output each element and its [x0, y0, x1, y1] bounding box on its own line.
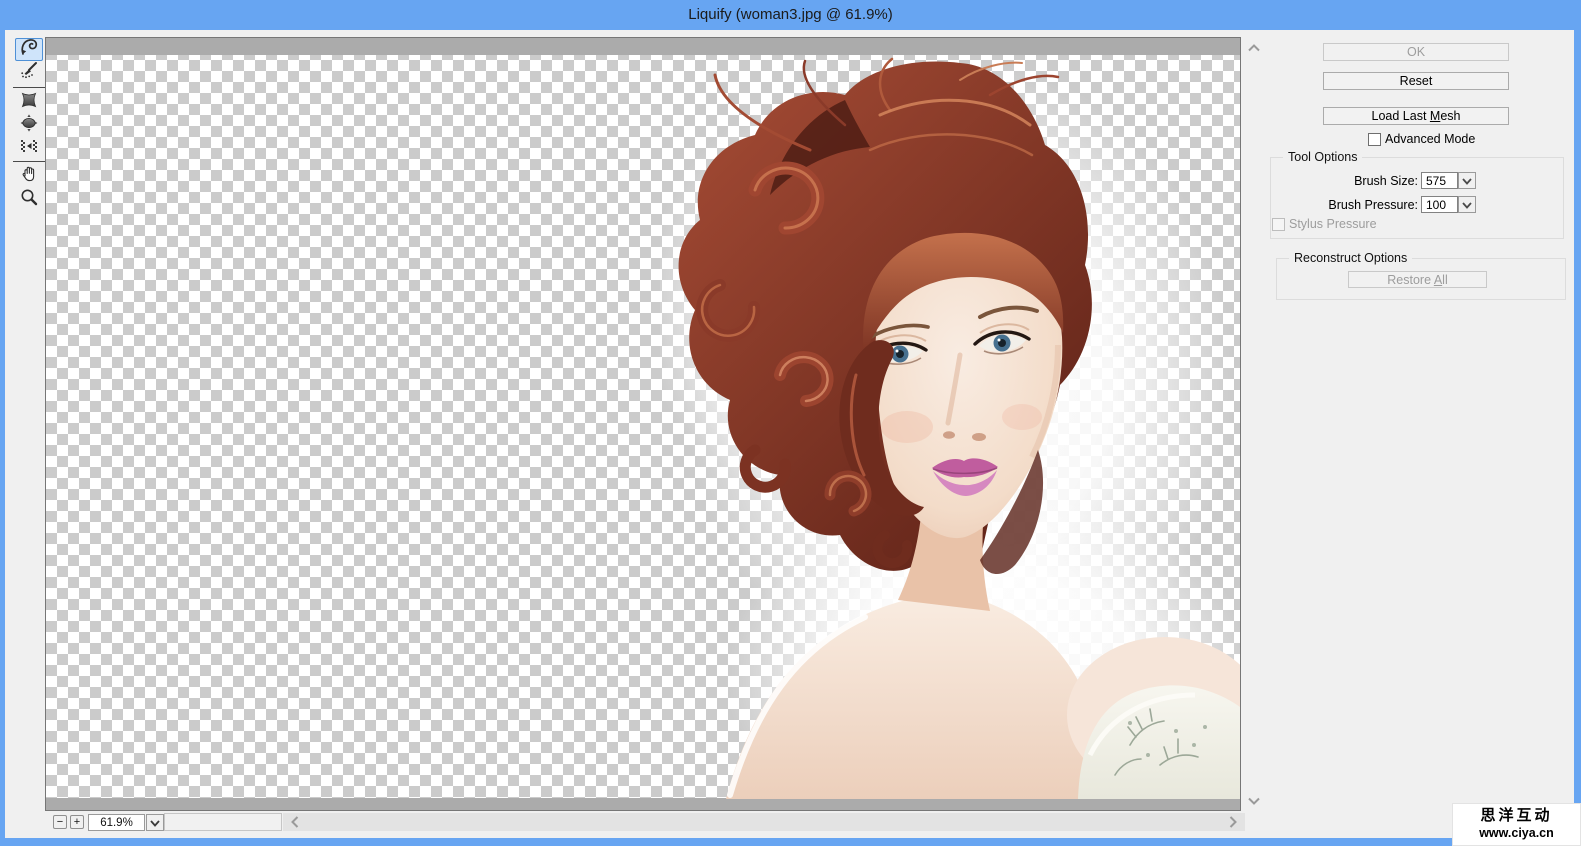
status-spacer — [164, 813, 282, 831]
zoom-in-button[interactable]: + — [70, 815, 84, 829]
pasteboard-bottom — [46, 798, 1240, 810]
pucker-icon — [19, 90, 39, 115]
reset-button[interactable]: Reset — [1323, 72, 1509, 90]
watermark-line2: www.ciya.cn — [1479, 826, 1554, 840]
restore-all-button[interactable]: Restore All — [1348, 271, 1487, 288]
liquify-canvas[interactable] — [45, 37, 1241, 811]
brush-size-field[interactable] — [1421, 172, 1458, 189]
tool-options-title: Tool Options — [1283, 150, 1363, 164]
pasteboard-top — [46, 38, 1240, 55]
scroll-left-icon[interactable] — [288, 816, 302, 828]
forward-warp-icon — [19, 37, 39, 62]
advanced-mode-label: Advanced Mode — [1385, 132, 1476, 146]
ok-button[interactable]: OK — [1323, 43, 1509, 61]
push-left-icon — [19, 136, 39, 161]
magnifier-icon — [19, 187, 39, 212]
push-left-tool-button[interactable] — [15, 137, 43, 160]
stylus-pressure-label: Stylus Pressure — [1289, 217, 1377, 231]
chevron-down-icon — [1462, 173, 1472, 188]
brush-size-label: Brush Size: — [1354, 174, 1418, 188]
zoom-percent-field[interactable] — [88, 814, 145, 831]
titlebar[interactable]: Liquify (woman3.jpg @ 61.9%) — [0, 0, 1581, 30]
watermark-line1: 思洋互动 — [1480, 807, 1553, 824]
hand-icon — [19, 164, 39, 189]
brush-size-dropdown-button[interactable] — [1458, 172, 1476, 189]
forward-warp-tool-button[interactable] — [15, 38, 43, 61]
horizontal-scrollbar[interactable] — [283, 813, 1245, 831]
zoom-tool-button[interactable] — [15, 188, 43, 211]
reconstruct-tool-button[interactable] — [15, 61, 43, 84]
brush-pressure-label: Brush Pressure: — [1328, 198, 1418, 212]
load-last-mesh-button[interactable]: Load Last Mesh — [1323, 107, 1509, 125]
bloat-tool-button[interactable] — [15, 114, 43, 137]
scroll-up-icon[interactable] — [1247, 43, 1261, 52]
stylus-pressure-checkbox[interactable] — [1272, 218, 1285, 231]
zoom-out-button[interactable]: − — [53, 815, 67, 829]
vertical-scrollbar[interactable] — [1244, 37, 1264, 811]
zoom-dropdown-button[interactable] — [146, 814, 164, 831]
window-title: Liquify (woman3.jpg @ 61.9%) — [688, 6, 893, 23]
portrait-photo — [645, 55, 1240, 810]
brush-pressure-dropdown-button[interactable] — [1458, 196, 1476, 213]
toolbar-separator — [13, 87, 45, 88]
reconstruct-options-title: Reconstruct Options — [1289, 251, 1413, 265]
scroll-down-icon[interactable] — [1247, 796, 1261, 805]
advanced-mode-checkbox[interactable] — [1368, 133, 1381, 146]
hand-tool-button[interactable] — [15, 165, 43, 188]
brush-pressure-field[interactable] — [1421, 196, 1458, 213]
toolbar-separator — [13, 161, 45, 162]
pucker-tool-button[interactable] — [15, 91, 43, 114]
dialog-body: − + OK Reset Load Last Mesh Advanced Mod… — [5, 30, 1574, 838]
watermark: 思洋互动 www.ciya.cn — [1452, 803, 1581, 846]
bloat-icon — [19, 113, 39, 138]
reconstruct-brush-icon — [19, 60, 39, 85]
scroll-right-icon[interactable] — [1226, 816, 1240, 828]
chevron-down-icon — [150, 815, 160, 830]
liquify-dialog-window: Liquify (woman3.jpg @ 61.9%) − + 61.9% O… — [0, 0, 1581, 846]
chevron-down-icon — [1462, 197, 1472, 212]
